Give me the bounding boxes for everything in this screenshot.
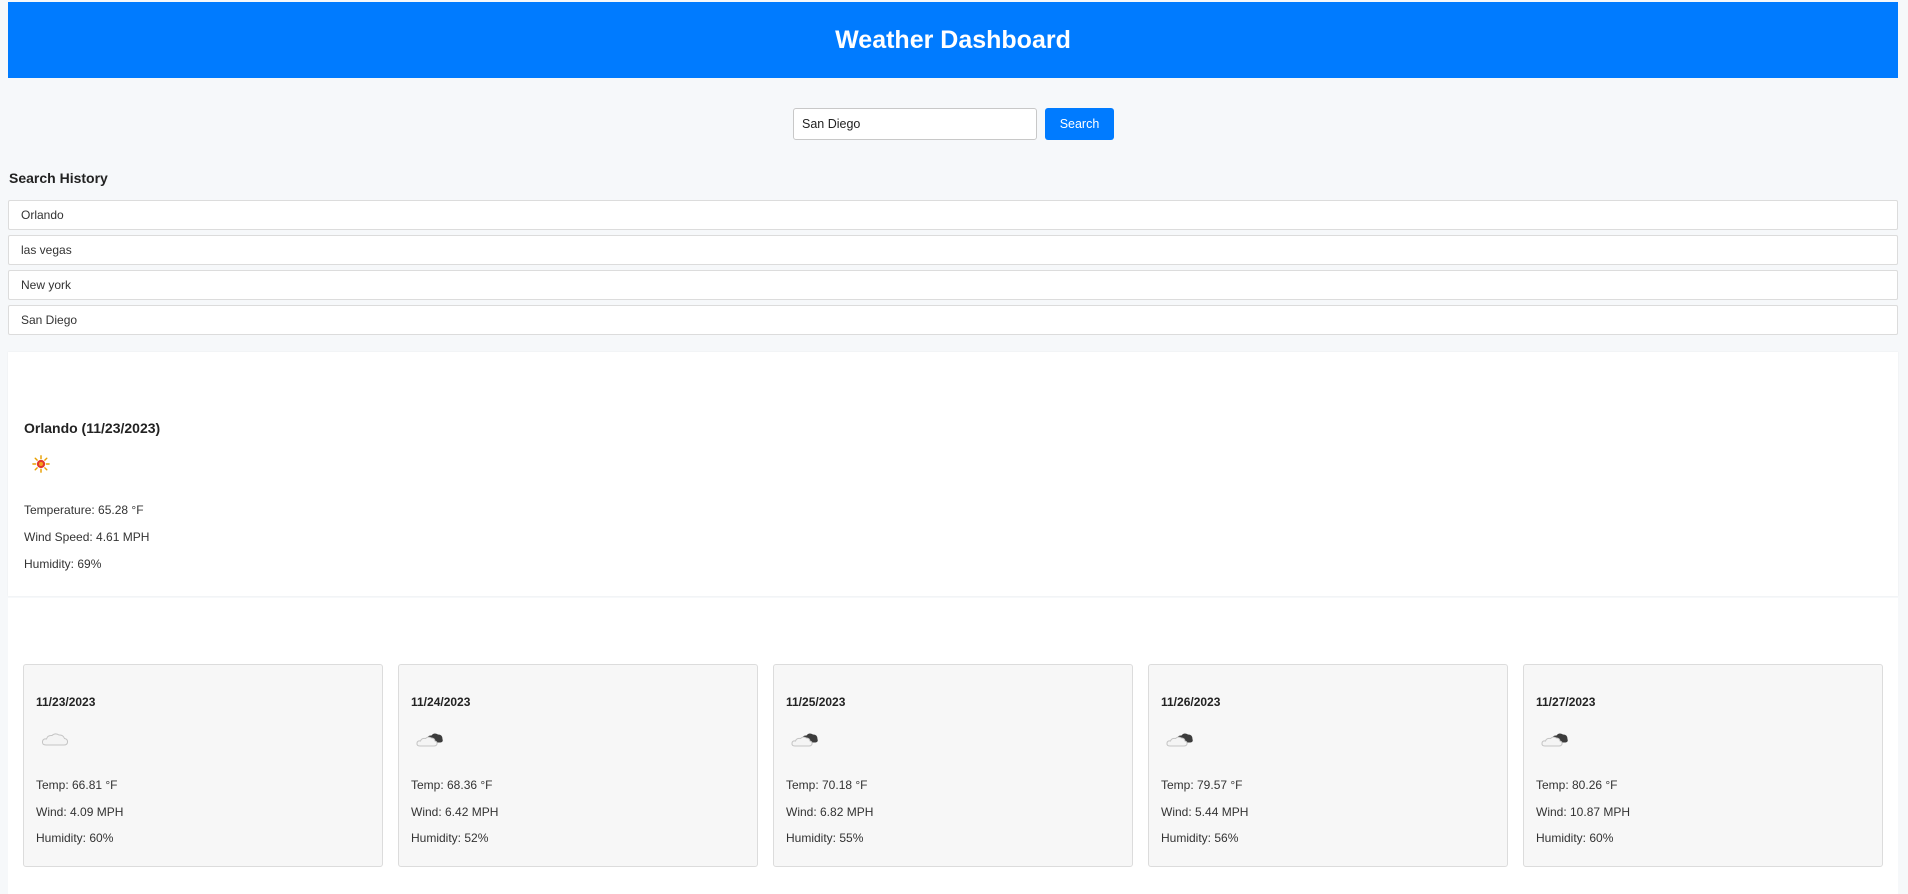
forecast-humidity: Humidity: 55% (786, 831, 864, 845)
forecast-humidity: Humidity: 60% (1536, 831, 1614, 845)
forecast-card: 11/24/2023 Temp: 68.36 °F Wind: 6.42 MPH… (398, 664, 758, 867)
forecast-card: 11/23/2023 Temp: 66.81 °F Wind: 4.09 MPH… (23, 664, 383, 867)
current-wind-speed: Wind Speed: 4.61 MPH (24, 530, 150, 544)
forecast-card: 11/27/2023 Temp: 80.26 °F Wind: 10.87 MP… (1523, 664, 1883, 867)
city-search-input[interactable] (793, 108, 1037, 140)
broken-clouds-icon (1166, 733, 1193, 747)
search-button[interactable]: Search (1045, 108, 1114, 140)
forecast-temp: Temp: 79.57 °F (1161, 778, 1243, 792)
sun-icon (32, 455, 50, 473)
broken-clouds-icon (791, 733, 818, 747)
five-day-forecast-panel: 11/23/2023 Temp: 66.81 °F Wind: 4.09 MPH… (8, 598, 1898, 894)
history-item-orlando[interactable]: Orlando (8, 200, 1898, 230)
search-bar: Search (793, 108, 1114, 140)
forecast-temp: Temp: 66.81 °F (36, 778, 118, 792)
forecast-card: 11/26/2023 Temp: 79.57 °F Wind: 5.44 MPH… (1148, 664, 1508, 867)
page-title: Weather Dashboard (835, 25, 1071, 54)
forecast-humidity: Humidity: 60% (36, 831, 114, 845)
current-temperature: Temperature: 65.28 °F (24, 503, 144, 517)
cloud-icon (41, 733, 69, 746)
forecast-wind: Wind: 10.87 MPH (1536, 805, 1631, 819)
forecast-wind: Wind: 6.42 MPH (411, 805, 499, 819)
history-item-las-vegas[interactable]: las vegas (8, 235, 1898, 265)
page-header: Weather Dashboard (8, 2, 1898, 78)
forecast-temp: Temp: 80.26 °F (1536, 778, 1618, 792)
forecast-date: 11/27/2023 (1536, 695, 1596, 709)
forecast-wind: Wind: 4.09 MPH (36, 805, 124, 819)
forecast-date: 11/24/2023 (411, 695, 471, 709)
current-humidity: Humidity: 69% (24, 557, 102, 571)
history-item-new-york[interactable]: New york (8, 270, 1898, 300)
forecast-date: 11/23/2023 (36, 695, 96, 709)
forecast-temp: Temp: 70.18 °F (786, 778, 868, 792)
forecast-temp: Temp: 68.36 °F (411, 778, 493, 792)
forecast-date: 11/26/2023 (1161, 695, 1221, 709)
current-weather-title: Orlando (11/23/2023) (24, 420, 161, 436)
forecast-wind: Wind: 5.44 MPH (1161, 805, 1249, 819)
forecast-humidity: Humidity: 52% (411, 831, 489, 845)
forecast-card: 11/25/2023 Temp: 70.18 °F Wind: 6.82 MPH… (773, 664, 1133, 867)
current-weather-panel: Orlando (11/23/2023) Temperature: 65.28 … (8, 352, 1898, 596)
forecast-date: 11/25/2023 (786, 695, 846, 709)
broken-clouds-icon (1541, 733, 1568, 747)
forecast-humidity: Humidity: 56% (1161, 831, 1239, 845)
history-item-san-diego[interactable]: San Diego (8, 305, 1898, 335)
broken-clouds-icon (416, 733, 443, 747)
forecast-wind: Wind: 6.82 MPH (786, 805, 874, 819)
search-history-list: Orlando las vegas New york San Diego (8, 200, 1898, 340)
search-history-heading: Search History (9, 170, 108, 186)
